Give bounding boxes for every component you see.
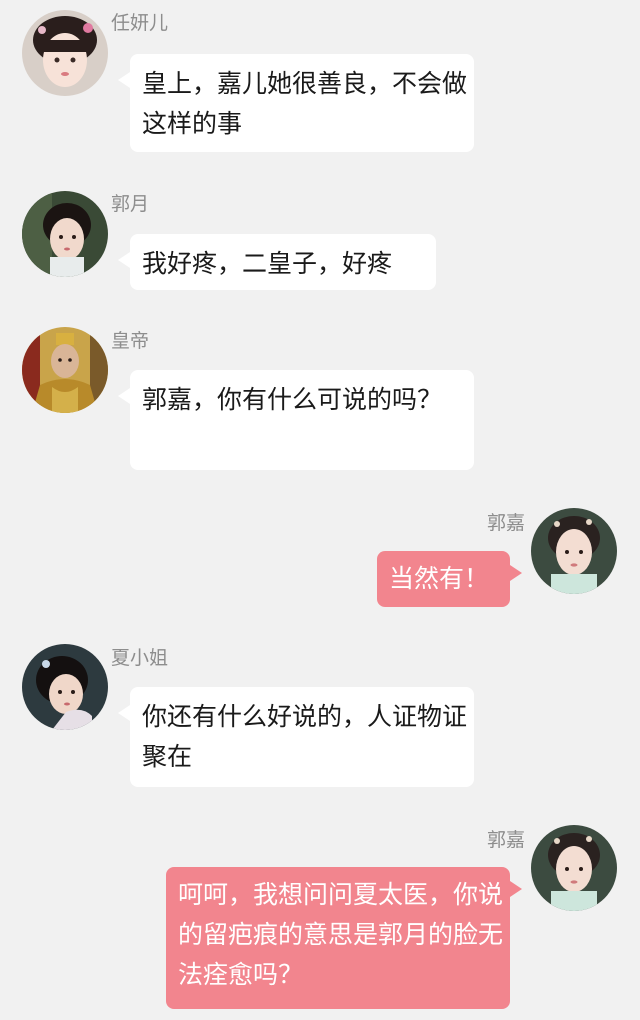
message-text: 我好疼，二皇子，好疼 (142, 249, 393, 278)
sender-name: 皇帝 (111, 330, 150, 352)
sender-name: 郭嘉 (487, 829, 526, 851)
avatar-xia-xiaojie-image (22, 644, 108, 730)
message-bubble[interactable]: 郭嘉，你有什么可说的吗？ (118, 370, 474, 470)
message-text: 皇上，嘉儿她很善良，不会做这样的事 (142, 69, 468, 138)
message-text: 当然有！ (389, 564, 490, 593)
message-bubble[interactable]: 呵呵，我想问问夏太医，你说的留疤痕的意思是郭月的脸无法痊愈吗？ (166, 867, 522, 1009)
chat-thread: 任妍儿 皇上，嘉儿她很善良，不会做这样的事 郭月 我好疼，二皇子，好疼 皇帝 郭… (0, 0, 640, 1020)
message-text: 你还有什么好说的，人证物证聚在 (142, 702, 468, 771)
avatar-guo-jia-image (531, 825, 617, 911)
avatar-guo-yue[interactable] (22, 191, 108, 277)
message-bubble[interactable]: 你还有什么好说的，人证物证聚在 (118, 687, 474, 787)
sender-name: 夏小姐 (111, 647, 169, 669)
avatar-emperor-image (22, 327, 108, 413)
avatar-guo-jia[interactable] (531, 825, 617, 911)
message-bubble[interactable]: 当然有！ (377, 551, 522, 607)
avatar-xia-xiaojie[interactable] (22, 644, 108, 730)
message-text: 郭嘉，你有什么可说的吗？ (142, 385, 443, 414)
sender-name: 郭嘉 (487, 512, 526, 534)
avatar-guo-jia-image (531, 508, 617, 594)
avatar-guo-yue-image (22, 191, 108, 277)
sender-name: 郭月 (111, 193, 150, 215)
avatar-guo-jia[interactable] (531, 508, 617, 594)
sender-name: 任妍儿 (111, 12, 169, 34)
message-bubble[interactable]: 我好疼，二皇子，好疼 (118, 234, 436, 290)
avatar-emperor[interactable] (22, 327, 108, 413)
message-bubble[interactable]: 皇上，嘉儿她很善良，不会做这样的事 (118, 54, 474, 152)
avatar-ren-yan-er-image (22, 10, 108, 96)
avatar-ren-yan-er[interactable] (22, 10, 108, 96)
message-text: 呵呵，我想问问夏太医，你说的留疤痕的意思是郭月的脸无法痊愈吗？ (178, 880, 504, 989)
